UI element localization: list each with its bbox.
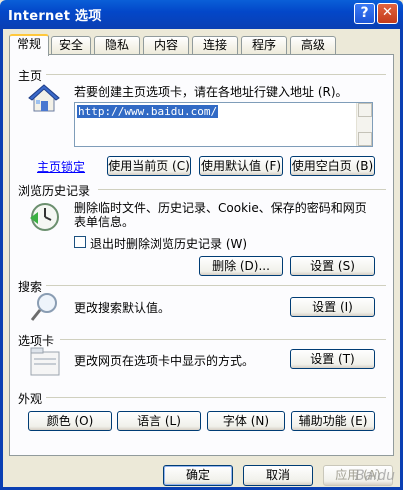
tab-advanced[interactable]: 高级 bbox=[290, 36, 336, 55]
history-description-line2: 表单信息。 bbox=[74, 215, 135, 229]
close-button[interactable]: ✕ bbox=[377, 3, 398, 24]
history-settings-button[interactable]: 设置 (S) bbox=[290, 256, 375, 276]
tab-privacy[interactable]: 隐私 bbox=[94, 36, 140, 55]
divider bbox=[46, 397, 386, 398]
colors-button[interactable]: 颜色 (O) bbox=[28, 411, 112, 431]
search-description: 更改搜索默认值。 bbox=[74, 301, 171, 315]
general-panel: 主页 若要创建主页选项卡，请在各地址行键入地址 (R)。 http://www.… bbox=[9, 54, 394, 456]
window-title: Internet 选项 bbox=[8, 9, 102, 24]
search-magnifier-icon bbox=[30, 293, 57, 321]
cancel-button[interactable]: 取消 bbox=[243, 465, 313, 486]
fonts-button[interactable]: 字体 (N) bbox=[207, 411, 285, 431]
home-description: 若要创建主页选项卡，请在各地址行键入地址 (R)。 bbox=[74, 85, 348, 99]
title-bar: Internet 选项 ? ✕ bbox=[0, 0, 403, 29]
baidu-watermark: Baidu bbox=[355, 468, 395, 484]
history-clock-icon bbox=[30, 203, 59, 231]
divider bbox=[60, 339, 386, 340]
home-url-textarea[interactable]: http://www.baidu.com/ bbox=[74, 102, 373, 147]
languages-button[interactable]: 语言 (L) bbox=[117, 411, 201, 431]
divider bbox=[98, 189, 386, 190]
help-button[interactable]: ? bbox=[354, 3, 375, 24]
use-blank-button[interactable]: 使用空白页 (B) bbox=[290, 156, 375, 176]
delete-on-exit-checkbox[interactable] bbox=[74, 236, 86, 248]
url-scrollbar[interactable] bbox=[356, 103, 372, 146]
ok-button[interactable]: 确定 bbox=[163, 465, 233, 486]
use-default-button[interactable]: 使用默认值 (F) bbox=[199, 156, 283, 176]
home-lock-link[interactable]: 主页锁定 bbox=[37, 158, 85, 175]
tabbed-window-icon bbox=[30, 347, 60, 376]
tabs-settings-button[interactable]: 设置 (T) bbox=[290, 349, 375, 369]
divider bbox=[46, 74, 386, 75]
scroll-down-icon[interactable] bbox=[358, 132, 372, 146]
tab-general[interactable]: 常规 bbox=[9, 34, 49, 56]
accessibility-button[interactable]: 辅助功能 (E) bbox=[291, 411, 375, 431]
delete-on-exit-label[interactable]: 退出时删除浏览历史记录 (W) bbox=[90, 235, 247, 252]
history-group-title: 浏览历史记录 bbox=[18, 184, 91, 198]
search-settings-button[interactable]: 设置 (I) bbox=[290, 297, 375, 317]
home-icon bbox=[28, 84, 60, 112]
tab-connections[interactable]: 连接 bbox=[192, 36, 238, 55]
appearance-group-title: 外观 bbox=[18, 392, 43, 406]
tabs-description: 更改网页在选项卡中显示的方式。 bbox=[74, 354, 255, 368]
tab-content[interactable]: 内容 bbox=[143, 36, 189, 55]
home-group-title: 主页 bbox=[18, 69, 43, 83]
tab-programs[interactable]: 程序 bbox=[241, 36, 287, 55]
home-url-value: http://www.baidu.com/ bbox=[77, 105, 219, 118]
use-current-button[interactable]: 使用当前页 (C) bbox=[107, 156, 191, 176]
scroll-up-icon[interactable] bbox=[358, 103, 372, 117]
divider bbox=[46, 285, 386, 286]
delete-history-button[interactable]: 删除 (D)... bbox=[199, 256, 283, 276]
tab-security[interactable]: 安全 bbox=[51, 36, 91, 55]
